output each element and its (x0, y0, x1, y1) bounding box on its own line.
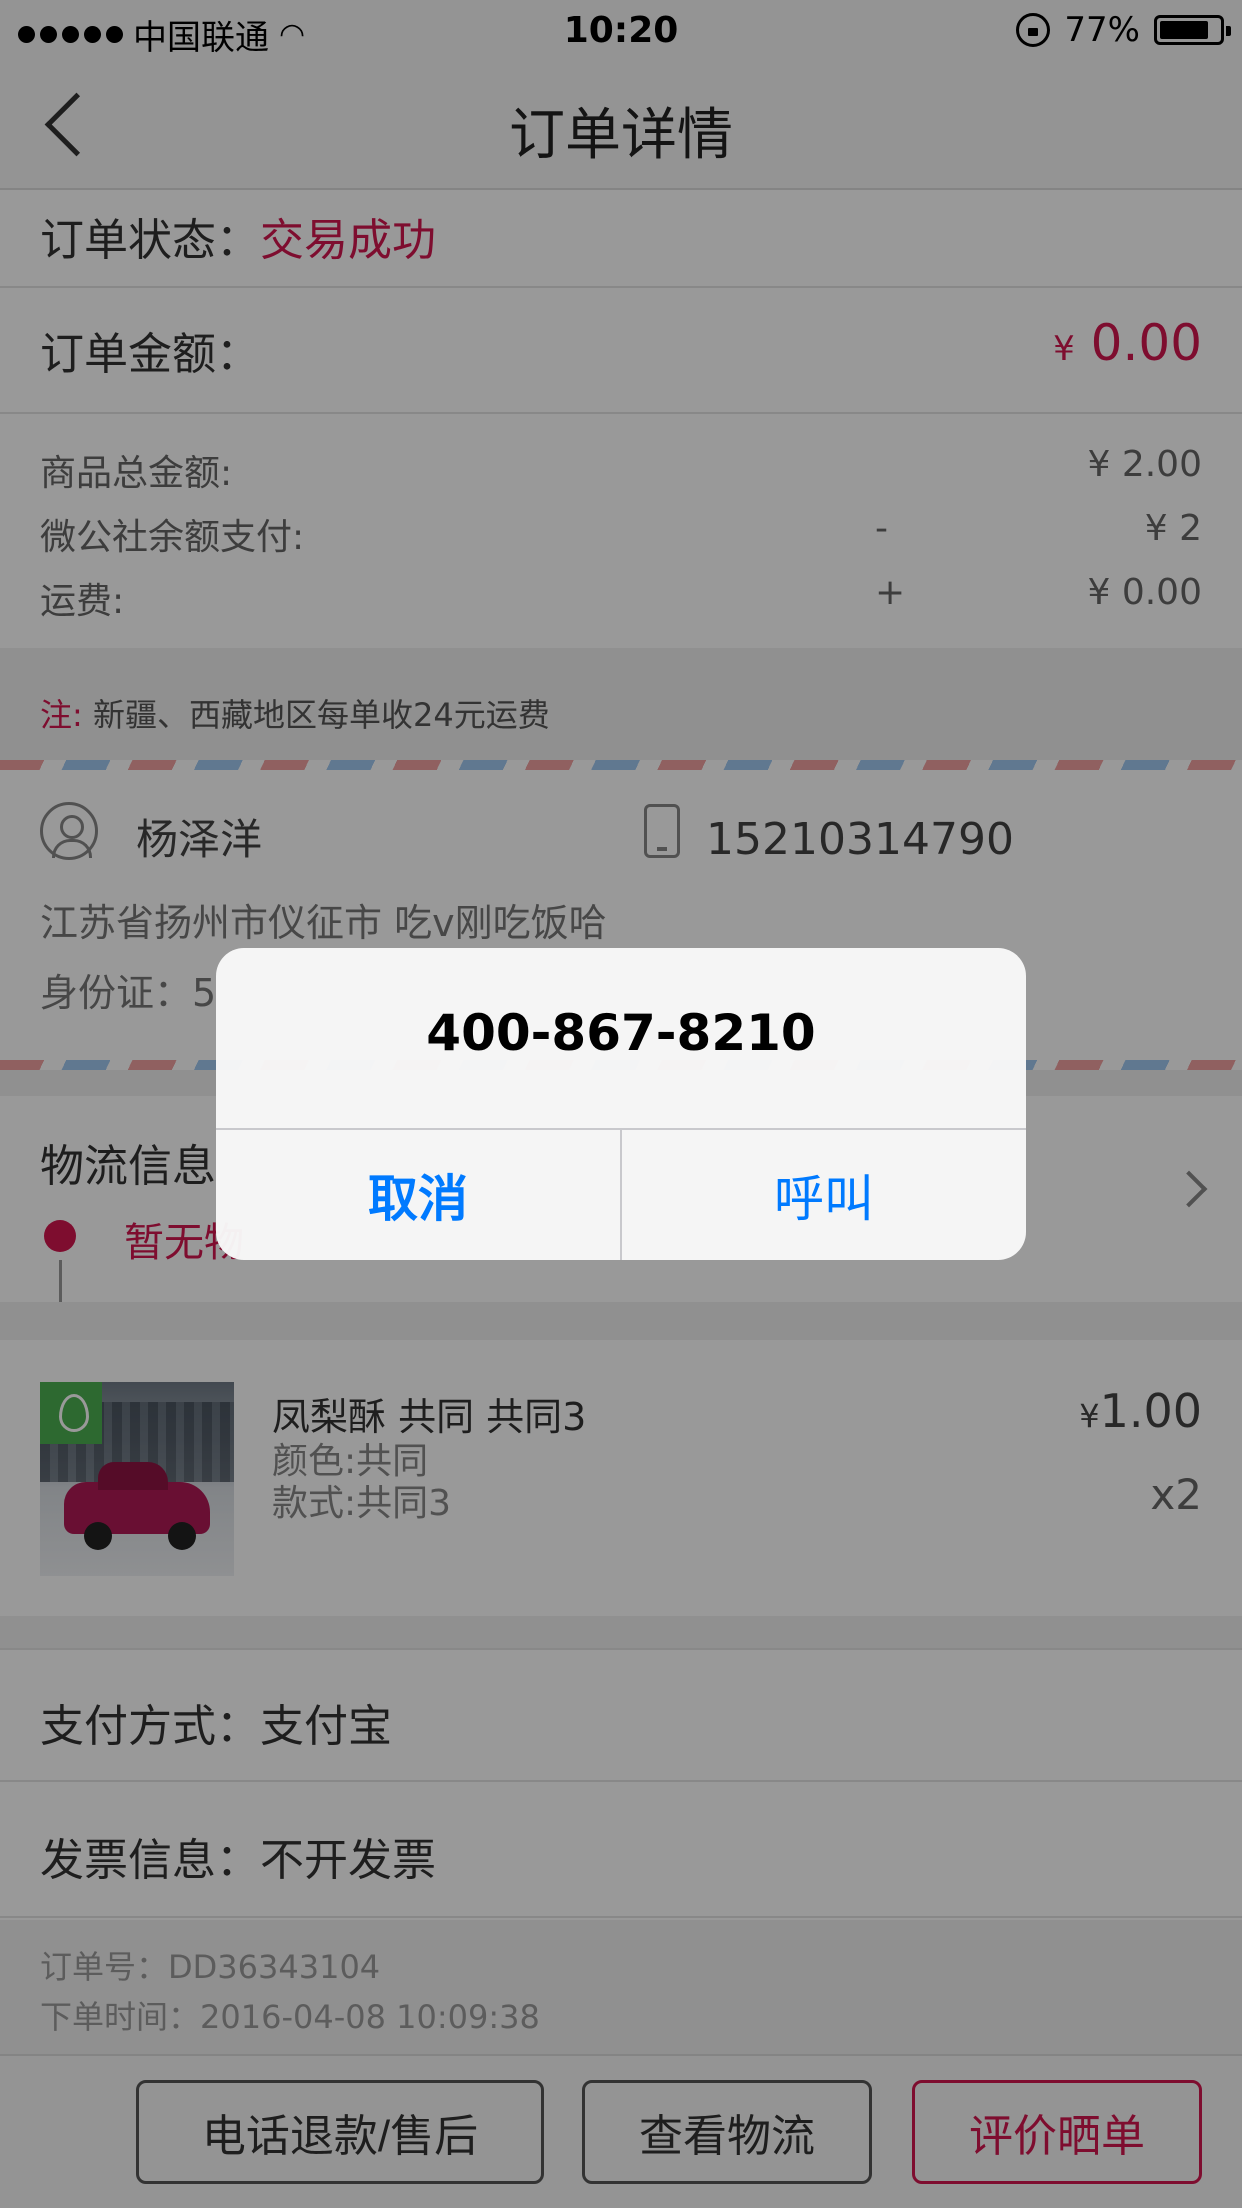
alert-cancel-button[interactable]: 取消 (216, 1130, 620, 1260)
order-detail-screen: 中国联通 ◠ 10:20 77% 订单详情 订单状态：交易成功 订单金额： ¥ … (0, 0, 1242, 2208)
call-alert-dialog: 400-867-8210 取消 呼叫 (216, 948, 1026, 1260)
alert-phone-number: 400-867-8210 (426, 1004, 816, 1062)
alert-call-button[interactable]: 呼叫 (622, 1130, 1026, 1260)
